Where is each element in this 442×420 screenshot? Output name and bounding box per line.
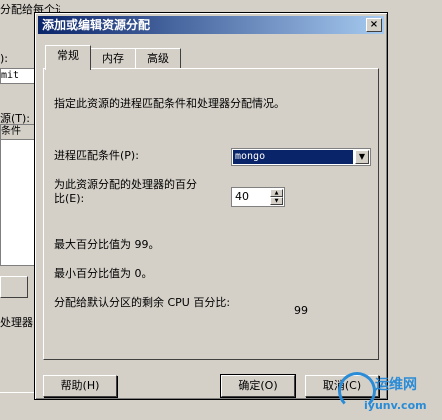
watermark: 运维网 iyunv.com (338, 372, 442, 419)
background-resource-list[interactable]: 条件 (0, 124, 36, 266)
match-criteria-label: 进程匹配条件(P): (54, 149, 139, 162)
tab-memory[interactable]: 内存 (90, 48, 136, 69)
remaining-cpu-value: 99 (294, 304, 308, 317)
match-criteria-value: mongo (233, 150, 353, 164)
watermark-line2: iyunv.com (364, 399, 427, 412)
max-percent-text: 最大百分比值为 99。 (54, 238, 160, 251)
list-column-header[interactable]: 条件 (1, 125, 35, 140)
tab-general[interactable]: 常规 (45, 45, 91, 70)
close-icon: × (369, 19, 379, 30)
percent-value[interactable]: 40 (235, 190, 249, 203)
tab-advanced[interactable]: 高级 (135, 48, 181, 69)
close-button[interactable]: × (366, 18, 382, 32)
resource-allocation-dialog: 添加或编辑资源分配 × 常规 内存 高级 指定此资源的进程匹配条件和处理器分配情… (34, 12, 388, 400)
background-processor-label: 处理器 (0, 316, 33, 329)
watermark-line1: 运维网 (375, 377, 417, 393)
percent-label-line2: 比(E): (54, 192, 85, 205)
background-label: ): (0, 52, 8, 65)
dialog-title-bar[interactable]: 添加或编辑资源分配 × (38, 16, 384, 34)
spin-up-icon[interactable]: ▲ (270, 189, 283, 197)
help-button[interactable]: 帮助(H) (43, 375, 117, 397)
spin-down-icon[interactable]: ▼ (270, 197, 283, 205)
match-criteria-dropdown[interactable]: mongo ▼ (231, 148, 371, 166)
general-tab-panel: 指定此资源的进程匹配条件和处理器分配情况。 进程匹配条件(P): mongo ▼… (43, 68, 379, 360)
chevron-down-icon[interactable]: ▼ (355, 150, 369, 164)
remaining-cpu-label: 分配给默认分区的剩余 CPU 百分比: (54, 296, 231, 309)
ok-button[interactable]: 确定(O) (220, 374, 296, 398)
description-text: 指定此资源的进程匹配条件和处理器分配情况。 (54, 97, 285, 110)
min-percent-text: 最小百分比值为 0。 (54, 267, 153, 280)
background-button[interactable] (0, 276, 28, 298)
percent-stepper[interactable]: 40 ▲ ▼ (231, 187, 285, 207)
dialog-title: 添加或编辑资源分配 (42, 18, 151, 32)
background-input[interactable]: mit (0, 68, 36, 84)
